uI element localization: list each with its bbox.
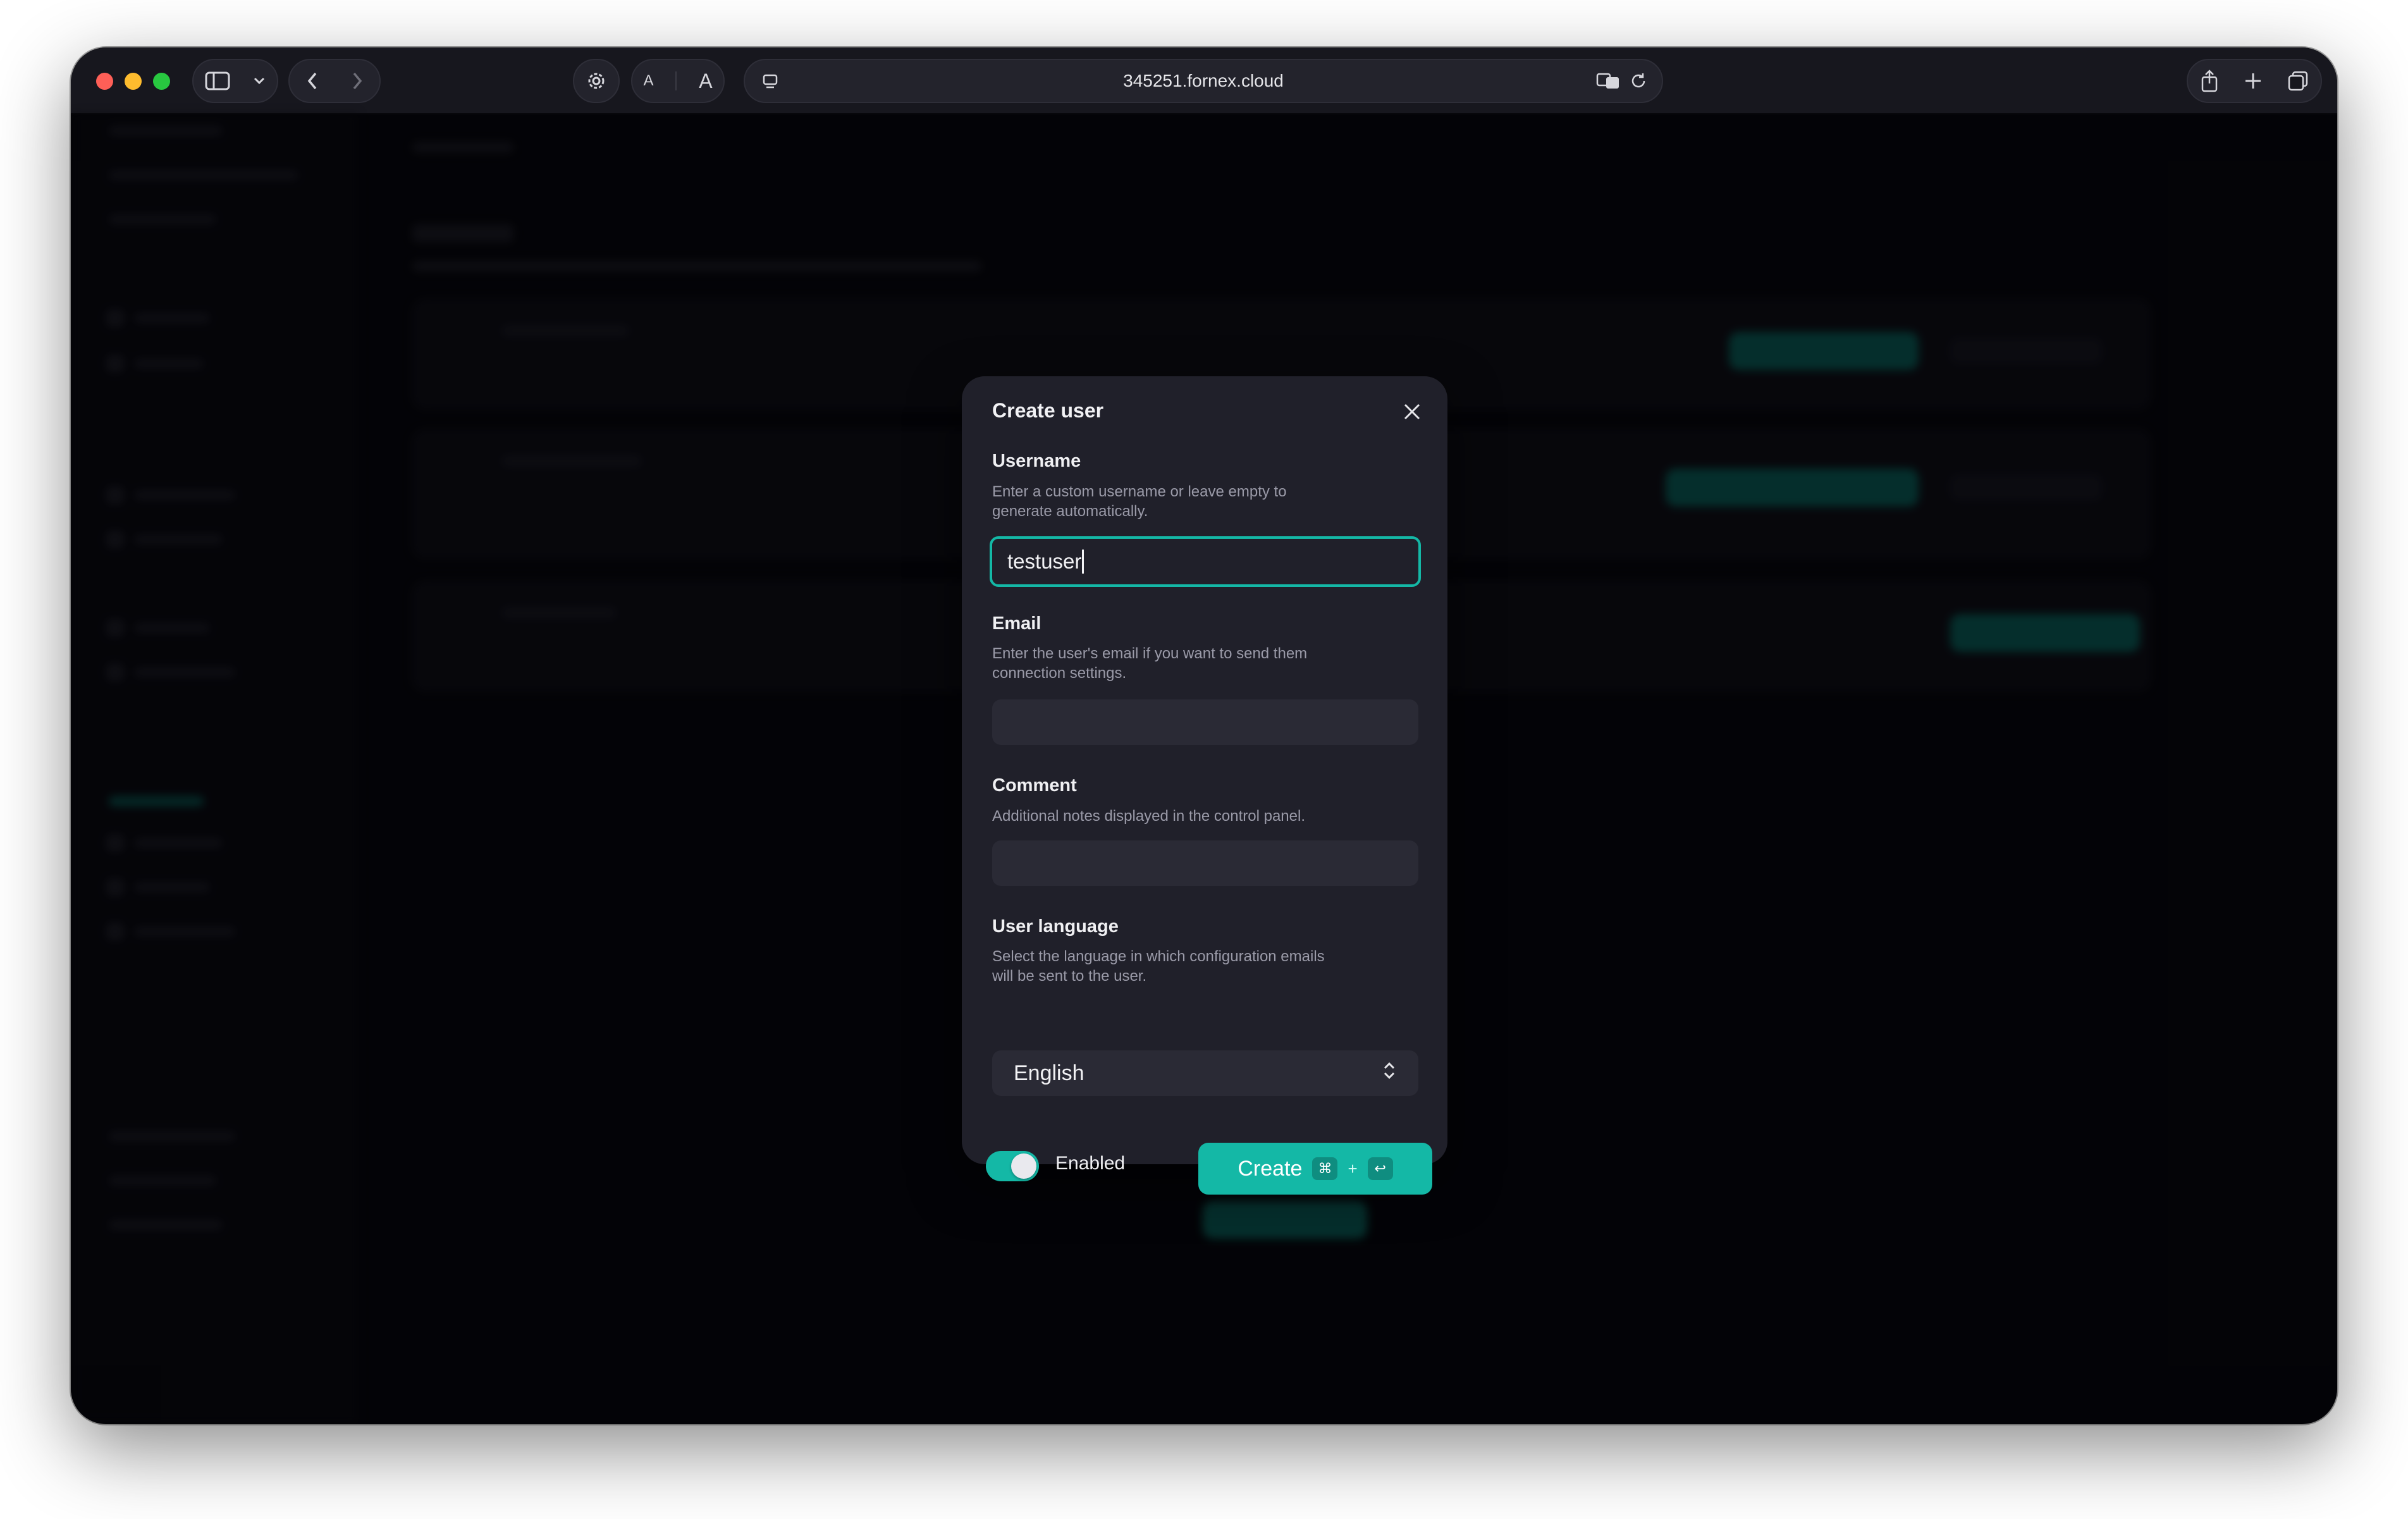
back-icon[interactable]: [306, 71, 319, 91]
language-label: User language: [992, 916, 1119, 937]
gear-icon[interactable]: [585, 70, 608, 92]
share-icon[interactable]: [2200, 70, 2219, 92]
divider: [675, 71, 677, 90]
settings-group: [573, 59, 620, 103]
toggle-knob: [1011, 1153, 1036, 1179]
language-selected-value: English: [1014, 1061, 1084, 1085]
close-window-button[interactable]: [96, 73, 113, 90]
sidebar-icon[interactable]: [205, 71, 230, 91]
shortcut-plus: +: [1348, 1159, 1358, 1178]
text-larger-button[interactable]: A: [699, 70, 712, 93]
reload-icon[interactable]: [1629, 71, 1648, 94]
address-bar[interactable]: 345251.fornex.cloud: [744, 59, 1663, 103]
comment-input[interactable]: [992, 840, 1418, 886]
command-key-badge: ⌘: [1312, 1157, 1338, 1180]
username-value: testuser: [1007, 550, 1082, 573]
url-text: 345251.fornex.cloud: [1123, 71, 1284, 90]
forward-icon[interactable]: [351, 71, 364, 91]
text-caret: [1082, 550, 1084, 574]
tab-overview-icon[interactable]: [2287, 70, 2309, 92]
window-actions-group: [2187, 59, 2322, 103]
enabled-label: Enabled: [1055, 1153, 1126, 1174]
close-icon[interactable]: [1399, 399, 1425, 424]
text-smaller-button[interactable]: A: [643, 72, 653, 90]
zoom-window-button[interactable]: [153, 73, 170, 90]
browser-toolbar: A A 345251.fornex.cloud: [71, 47, 2337, 114]
username-input[interactable]: testuser: [990, 536, 1421, 587]
enabled-toggle[interactable]: [986, 1151, 1039, 1181]
create-button-label: Create: [1238, 1156, 1303, 1181]
create-user-dialog: Create user Username Enter a custom user…: [962, 376, 1447, 1195]
translate-icon[interactable]: [1596, 71, 1621, 94]
email-help: Enter the user's email if you want to se…: [992, 645, 1308, 682]
create-button[interactable]: Create ⌘ + ↩: [1198, 1143, 1432, 1195]
sidebar-toggle-group: [192, 59, 278, 103]
browser-window: A A 345251.fornex.cloud Create user User…: [71, 47, 2337, 1424]
new-tab-icon[interactable]: [2244, 71, 2263, 90]
select-chevrons-icon: [1382, 1059, 1397, 1088]
comment-help: Additional notes displayed in the contro…: [992, 808, 1305, 825]
navigation-group: [288, 59, 381, 103]
minimize-window-button[interactable]: [125, 73, 142, 90]
language-help: Select the language in which configurati…: [992, 948, 1325, 985]
dialog-title: Create user: [992, 399, 1104, 422]
text-size-group: A A: [631, 59, 725, 103]
email-input[interactable]: [992, 699, 1418, 745]
language-select[interactable]: English: [992, 1050, 1418, 1096]
return-key-badge: ↩: [1367, 1157, 1393, 1180]
comment-label: Comment: [992, 775, 1077, 796]
username-help: Enter a custom username or leave empty t…: [992, 483, 1287, 520]
email-label: Email: [992, 613, 1041, 634]
chevron-down-icon[interactable]: [253, 77, 266, 85]
username-label: Username: [992, 451, 1081, 471]
